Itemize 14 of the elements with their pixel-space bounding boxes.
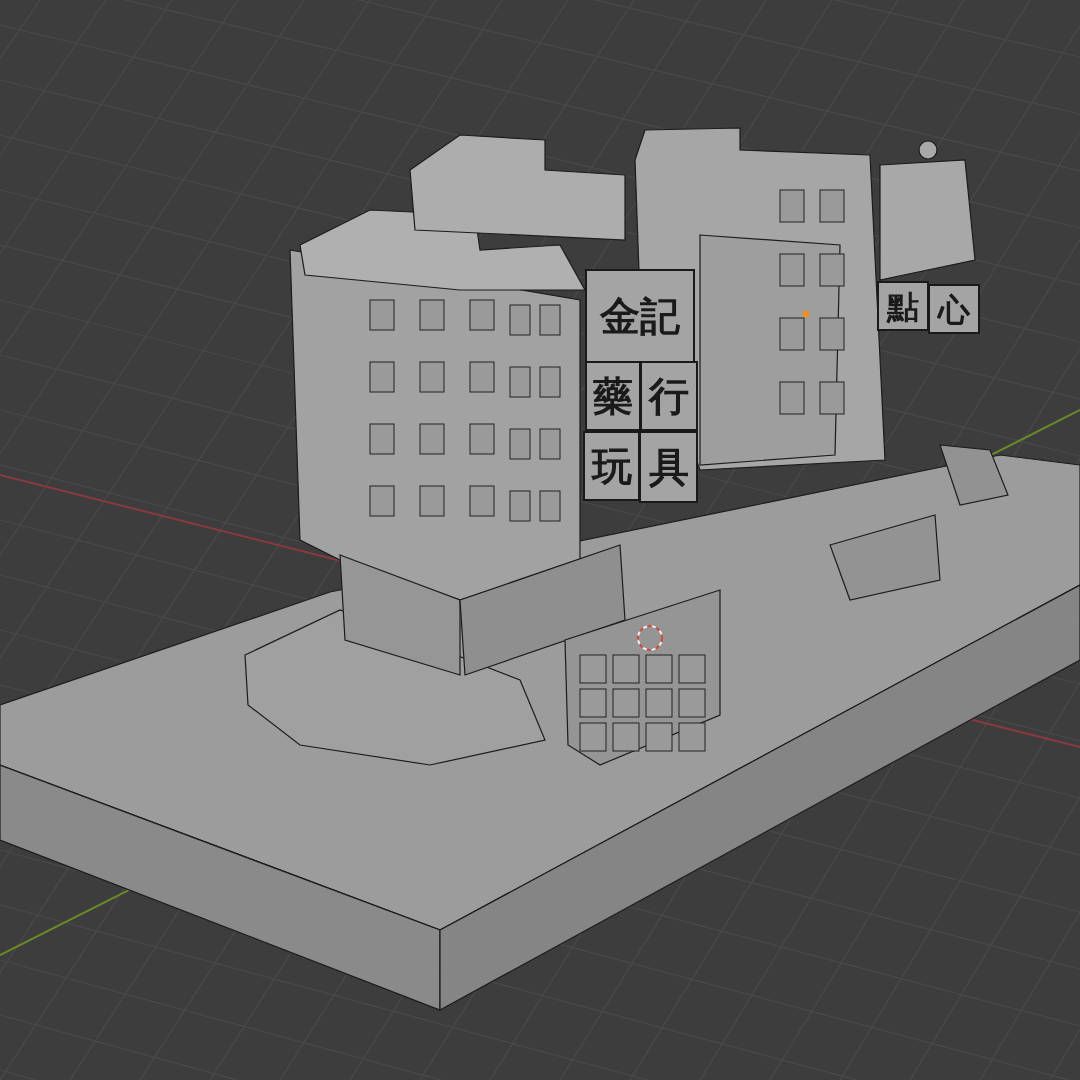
sign-text: 具 <box>648 444 689 491</box>
sign-text: 點 <box>887 287 919 326</box>
sign-board <box>583 431 640 501</box>
sign-text: 心 <box>938 290 970 329</box>
car-drawing <box>939 444 1009 506</box>
sign-board <box>928 284 980 334</box>
sign-board <box>877 281 929 331</box>
sign-board <box>639 431 698 503</box>
3d-cursor-icon <box>637 625 663 651</box>
origin-dot-icon <box>802 310 810 318</box>
sign-text: 行 <box>649 373 689 420</box>
sign-text: 玩 <box>591 443 632 490</box>
sign-text: 金記 <box>600 293 680 340</box>
sign-text: 藥 <box>593 373 633 420</box>
